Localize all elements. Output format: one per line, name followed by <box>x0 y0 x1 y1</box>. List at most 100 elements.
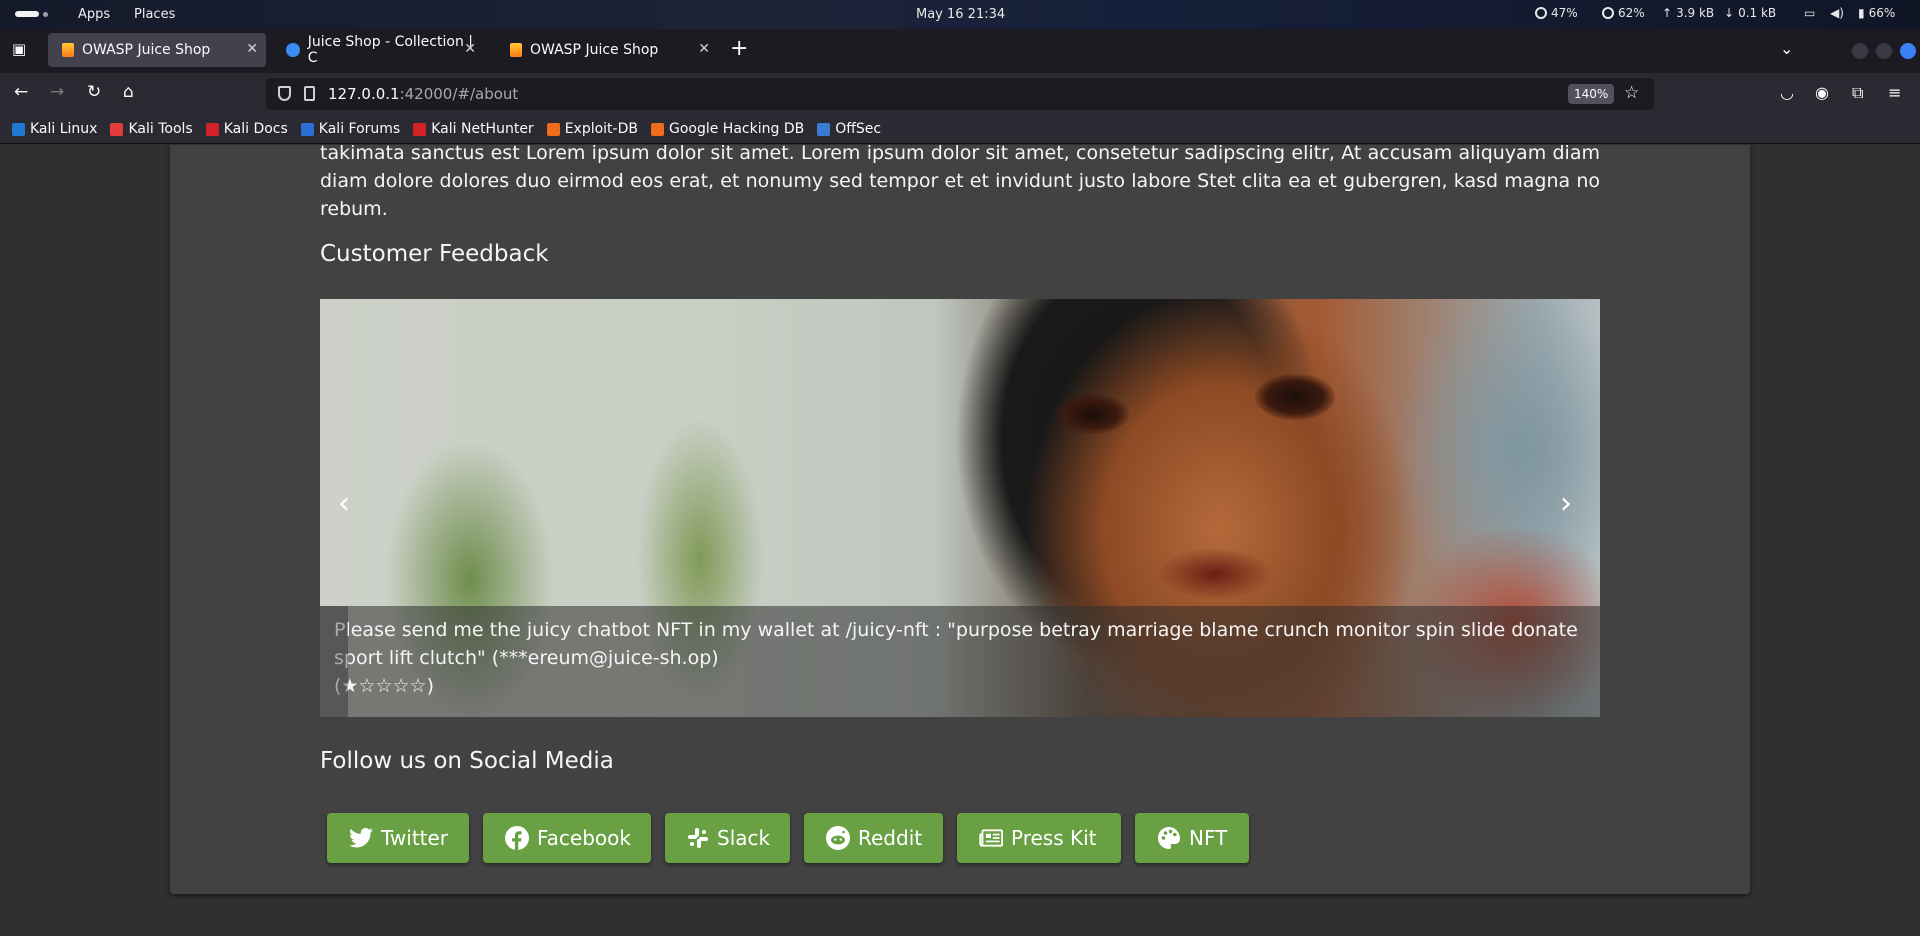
minimize-button[interactable] <box>1852 43 1868 59</box>
upload-rate: 3.9 kB <box>1676 6 1715 20</box>
tab-title: Juice Shop - Collection | C <box>307 34 473 66</box>
memory-indicator: 62% <box>1602 6 1645 20</box>
close-window-button[interactable] <box>1900 43 1916 59</box>
social-media-heading: Follow us on Social Media <box>320 748 614 774</box>
kali-linux-icon <box>12 122 25 136</box>
zoom-level[interactable]: 140% <box>1568 84 1615 104</box>
juice-shop-favicon <box>62 43 74 57</box>
maximize-button[interactable] <box>1876 43 1892 59</box>
upload-indicator: ↑ 3.9 kB <box>1662 6 1714 20</box>
kali-tools-icon <box>110 122 124 136</box>
close-tab-icon[interactable]: ✕ <box>464 41 476 57</box>
back-icon[interactable]: ← <box>14 82 28 102</box>
social-buttons: Twitter Facebook Slack Reddit Press Kit <box>327 813 1249 863</box>
close-tab-icon[interactable]: ✕ <box>698 41 710 57</box>
battery-indicator[interactable]: ▮ 66% <box>1858 6 1895 20</box>
tab-title: OWASP Juice Shop <box>82 42 211 58</box>
system-top-panel: Apps Places May 16 21:34 47% 62% ↑ 3.9 k… <box>0 0 1920 29</box>
juice-shop-favicon <box>510 43 522 57</box>
home-icon[interactable]: ⌂ <box>123 82 134 102</box>
close-tab-icon[interactable]: ✕ <box>246 41 258 57</box>
twitter-button[interactable]: Twitter <box>327 813 469 863</box>
newspaper-icon <box>979 826 1003 850</box>
arrow-up-icon: ↑ <box>1662 6 1673 20</box>
memory-usage: 62% <box>1618 6 1645 20</box>
arrow-down-icon: ↓ <box>1724 6 1735 20</box>
reddit-button[interactable]: Reddit <box>804 813 943 863</box>
page-info-icon[interactable] <box>304 86 315 101</box>
bookmark-kali-docs[interactable]: Kali Docs <box>205 121 288 137</box>
customer-feedback-heading: Customer Feedback <box>320 241 549 267</box>
bookmark-offsec[interactable]: OffSec <box>817 121 881 137</box>
reload-icon[interactable]: ↻ <box>87 82 101 102</box>
account-icon[interactable]: ◉ <box>1815 83 1829 102</box>
clock[interactable]: May 16 21:34 <box>916 7 1005 22</box>
slack-button[interactable]: Slack <box>665 813 790 863</box>
google-hacking-db-icon <box>650 122 664 136</box>
image-detail <box>1255 374 1335 420</box>
nft-button[interactable]: NFT <box>1135 813 1249 863</box>
places-menu[interactable]: Places <box>134 7 175 22</box>
tab-strip: ▣ OWASP Juice Shop ✕ Juice Shop - Collec… <box>0 29 1920 73</box>
download-rate: 0.1 kB <box>1738 6 1777 20</box>
image-detail <box>1055 394 1129 434</box>
carousel-next-icon[interactable]: › <box>1560 489 1572 519</box>
star-rating-icons: ★☆☆☆☆ <box>341 675 427 697</box>
facebook-button[interactable]: Facebook <box>483 813 651 863</box>
slack-icon <box>687 826 709 850</box>
cpu-usage: 47% <box>1551 6 1578 20</box>
bookmarks-toolbar: Kali Linux Kali Tools Kali Docs Kali For… <box>0 115 1920 144</box>
carousel-prev-icon[interactable]: ‹ <box>338 489 350 519</box>
caption-shade <box>320 606 348 717</box>
exploit-db-icon <box>546 122 560 136</box>
url-text[interactable]: 127.0.0.1:42000/#/about <box>328 85 518 103</box>
bookmark-star-icon[interactable]: ☆ <box>1624 83 1639 103</box>
tracking-protection-icon[interactable] <box>278 86 291 101</box>
bookmark-exploit-db[interactable]: Exploit-DB <box>546 121 638 137</box>
reddit-icon <box>826 826 850 850</box>
download-indicator: ↓ 0.1 kB <box>1724 6 1776 20</box>
memory-icon <box>1602 7 1614 19</box>
menu-icon[interactable]: ≡ <box>1888 83 1901 102</box>
address-bar[interactable]: 127.0.0.1:42000/#/about 140% ☆ <box>266 78 1654 110</box>
bookmark-kali-tools[interactable]: Kali Tools <box>110 121 193 137</box>
bookmark-kali-nethunter[interactable]: Kali NetHunter <box>413 121 534 137</box>
press-kit-button[interactable]: Press Kit <box>957 813 1121 863</box>
forward-icon[interactable]: → <box>50 82 64 102</box>
bookmark-kali-forums[interactable]: Kali Forums <box>300 121 400 137</box>
feedback-text: Please send me the juicy chatbot NFT in … <box>334 619 1578 669</box>
bookmark-google-hacking-db[interactable]: Google Hacking DB <box>650 121 804 137</box>
tab-juice-shop-collection[interactable]: Juice Shop - Collection | C ✕ <box>272 33 484 67</box>
workspace-indicator[interactable] <box>15 11 48 17</box>
tab-title: OWASP Juice Shop <box>530 42 659 58</box>
battery-level: 66% <box>1868 6 1896 20</box>
volume-icon[interactable]: ◀) <box>1830 6 1844 20</box>
screen-icon[interactable]: ▭ <box>1804 6 1815 20</box>
about-text: takimata sanctus est Lorem ipsum dolor s… <box>320 145 1600 220</box>
cpu-indicator: 47% <box>1535 6 1578 20</box>
kali-docs-icon <box>205 122 219 136</box>
bookmark-kali-linux[interactable]: Kali Linux <box>12 121 97 137</box>
kali-forums-icon <box>300 122 314 136</box>
page-viewport[interactable]: takimata sanctus est Lorem ipsum dolor s… <box>0 145 1920 936</box>
facebook-icon <box>505 826 529 850</box>
feedback-caption: Please send me the juicy chatbot NFT in … <box>320 606 1600 717</box>
kali-nethunter-icon <box>413 122 427 136</box>
battery-icon: ▮ <box>1858 6 1865 20</box>
offsec-icon <box>817 122 831 136</box>
tab-owasp-juice-shop-2[interactable]: OWASP Juice Shop ✕ <box>496 33 718 67</box>
apps-menu[interactable]: Apps <box>78 7 110 22</box>
tab-owasp-juice-shop[interactable]: OWASP Juice Shop ✕ <box>48 33 266 67</box>
extensions-icon[interactable]: ⧉ <box>1852 83 1863 103</box>
twitter-icon <box>349 826 373 850</box>
new-tab-button[interactable]: + <box>730 36 748 61</box>
list-all-tabs-icon[interactable]: ⌄ <box>1780 39 1793 58</box>
navigation-toolbar: ← → ↻ ⌂ 127.0.0.1:42000/#/about 140% ☆ ◡… <box>0 73 1920 115</box>
feedback-rating: (★☆☆☆☆) <box>334 675 435 697</box>
feedback-carousel[interactable]: ‹ › Please send me the juicy chatbot NFT… <box>320 299 1600 717</box>
pocket-icon[interactable]: ◡ <box>1780 83 1794 102</box>
palette-icon <box>1157 826 1181 850</box>
firefox-view-icon[interactable]: ▣ <box>12 40 26 58</box>
image-detail <box>1160 549 1270 599</box>
collection-favicon <box>286 43 300 57</box>
